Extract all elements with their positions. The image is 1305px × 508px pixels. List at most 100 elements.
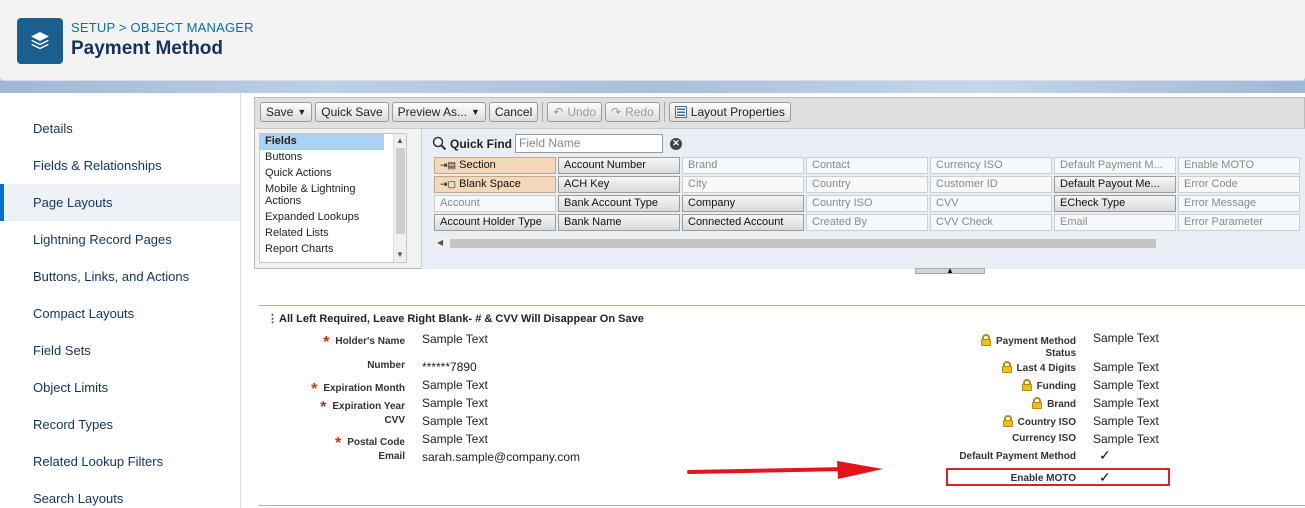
sidebar-item-fields-relationships[interactable]: Fields & Relationships [0, 147, 240, 184]
layout-properties-button[interactable]: Layout Properties [668, 102, 791, 122]
sidebar-item-details[interactable]: Details [0, 110, 240, 147]
category-mobile-lightning-actions[interactable]: Mobile & Lightning Actions [260, 182, 388, 210]
palette-field[interactable]: City [682, 176, 804, 193]
clear-icon[interactable]: ✕ [670, 137, 683, 150]
drag-handle-icon[interactable]: ⋮ [267, 313, 278, 325]
category-report-charts[interactable]: Report Charts [260, 242, 406, 258]
field-value-postal-code[interactable]: Sample Text [422, 432, 488, 446]
scrollbar-thumb[interactable] [450, 239, 1156, 248]
category-buttons[interactable]: Buttons [260, 150, 406, 166]
undo-button[interactable]: ↶ Undo [547, 102, 603, 122]
field-value-payment-method-status[interactable]: Sample Text [1093, 331, 1159, 345]
palette-field[interactable]: Country [806, 176, 928, 193]
palette-field[interactable]: CVV Check [930, 214, 1052, 231]
palette-field[interactable]: ⇥▤ Section [434, 157, 556, 174]
palette-field[interactable]: Default Payment M... [1054, 157, 1176, 174]
palette-field[interactable]: Currency ISO [930, 157, 1052, 174]
field-value-funding[interactable]: Sample Text [1093, 378, 1159, 392]
breadcrumb[interactable]: SETUP > OBJECT MANAGER [71, 20, 254, 35]
scroll-up-icon[interactable]: ▲ [396, 136, 404, 145]
palette-field[interactable]: Account Number [558, 157, 680, 174]
undo-icon: ↶ [553, 105, 564, 119]
required-icon: * [320, 399, 327, 416]
palette-horizontal-scrollbar[interactable]: ◀ [434, 237, 1156, 250]
palette-field[interactable]: Brand [682, 157, 804, 174]
field-value-currency-iso[interactable]: Sample Text [1093, 432, 1159, 446]
sidebar-item-lightning-record-pages[interactable]: Lightning Record Pages [0, 221, 240, 258]
sidebar-item-compact-layouts[interactable]: Compact Layouts [0, 295, 240, 332]
sidebar-item-related-lookup-filters[interactable]: Related Lookup Filters [0, 443, 240, 480]
preview-as-button[interactable]: Preview As... ▼ [391, 102, 486, 122]
palette-field[interactable]: Customer ID [930, 176, 1052, 193]
field-value-expiration-year[interactable]: Sample Text [422, 396, 488, 410]
palette-field[interactable]: Created By [806, 214, 928, 231]
category-related-lists[interactable]: Related Lists [260, 226, 406, 242]
palette-field[interactable]: Contact [806, 157, 928, 174]
category-fields[interactable]: Fields [260, 134, 384, 150]
quick-find-input[interactable]: Field Name [515, 134, 664, 153]
field-value-expiration-month[interactable]: Sample Text [422, 378, 488, 392]
palette-field[interactable]: CVV [930, 195, 1052, 212]
palette-field[interactable]: Enable MOTO [1178, 157, 1300, 174]
section-divider [258, 505, 1305, 506]
chevron-down-icon: ▼ [471, 107, 480, 117]
field-value-brand[interactable]: Sample Text [1093, 396, 1159, 410]
field-value-cvv[interactable]: Sample Text [422, 414, 488, 428]
palette-field[interactable]: Bank Account Type [558, 195, 680, 212]
palette-field[interactable]: Account [434, 195, 556, 212]
layers-icon [17, 18, 63, 64]
palette-field[interactable]: Bank Name [558, 214, 680, 231]
field-label-text: Holder's Name [335, 336, 405, 347]
palette-field[interactable]: ECheck Type [1054, 195, 1176, 212]
checkmark-icon[interactable]: ✓ [1099, 447, 1111, 464]
palette-field[interactable]: Error Code [1178, 176, 1300, 193]
section-icon: ⇥▤ [440, 160, 457, 170]
sidebar-item-page-layouts[interactable]: Page Layouts [0, 184, 240, 221]
palette-field[interactable]: Company [682, 195, 804, 212]
field-label-number: Number [367, 360, 405, 371]
chevron-down-icon[interactable]: ▼ [297, 107, 306, 117]
section-header[interactable]: ⋮ All Left Required, Leave Right Blank- #… [267, 312, 644, 325]
field-value-country-iso[interactable]: Sample Text [1093, 414, 1159, 428]
field-label-text: Status [1045, 348, 1076, 359]
palette-field[interactable]: Email [1054, 214, 1176, 231]
sidebar-item-object-limits[interactable]: Object Limits [0, 369, 240, 406]
quick-save-button[interactable]: Quick Save [315, 102, 389, 122]
sidebar-item-search-layouts[interactable]: Search Layouts [0, 480, 240, 508]
field-value-holders-name[interactable]: Sample Text [422, 332, 488, 346]
redo-button[interactable]: ↷ Redo [605, 102, 660, 122]
required-icon: * [334, 435, 342, 452]
scroll-down-icon[interactable]: ▼ [396, 250, 404, 259]
palette-fields-area: Quick Find Field Name ✕ ⇥▤ Section ⇥▢ Bl… [421, 129, 1305, 269]
sidebar-item-field-sets[interactable]: Field Sets [0, 332, 240, 369]
scroll-left-icon[interactable]: ◀ [437, 238, 443, 247]
field-value-email[interactable]: sarah.sample@company.com [422, 450, 580, 464]
cancel-button[interactable]: Cancel [488, 102, 539, 122]
scrollbar-thumb[interactable] [396, 148, 405, 234]
annotation-arrow-icon [687, 461, 883, 479]
field-label-country-iso: Country ISO [941, 415, 1076, 429]
category-expanded-lookups[interactable]: Expanded Lookups [260, 210, 406, 226]
sidebar-item-buttons-links-actions[interactable]: Buttons, Links, and Actions [0, 258, 240, 295]
field-value-last-4-digits[interactable]: Sample Text [1093, 360, 1159, 374]
redo-label: Redo [625, 105, 654, 119]
palette-field[interactable]: Error Parameter [1178, 214, 1300, 231]
quick-find-label: Quick Find [450, 136, 513, 151]
palette-field[interactable]: Error Message [1178, 195, 1300, 212]
palette-field[interactable]: Default Payout Me... [1054, 176, 1176, 193]
collapse-palette-handle[interactable]: ▲ [915, 267, 985, 275]
category-scrollbar[interactable]: ▲ ▼ [393, 134, 406, 262]
palette-field[interactable]: Account Holder Type [434, 214, 556, 231]
field-label-funding: Funding [941, 379, 1076, 393]
palette-field[interactable]: ⇥▢ Blank Space [434, 176, 556, 193]
palette-field[interactable]: Connected Account [682, 214, 804, 231]
sidebar-item-record-types[interactable]: Record Types [0, 406, 240, 443]
editor-toolbar: Save ▼ Quick Save Preview As... ▼ Cancel… [260, 102, 791, 124]
field-value-number[interactable]: ******7890 [422, 360, 477, 374]
palette-field[interactable]: Country ISO [806, 195, 928, 212]
field-label-text: Expiration Month [323, 383, 405, 394]
palette-field[interactable]: ACH Key [558, 176, 680, 193]
save-button[interactable]: Save ▼ [260, 102, 313, 122]
category-quick-actions[interactable]: Quick Actions [260, 166, 406, 182]
field-label-text: Brand [1047, 399, 1076, 410]
